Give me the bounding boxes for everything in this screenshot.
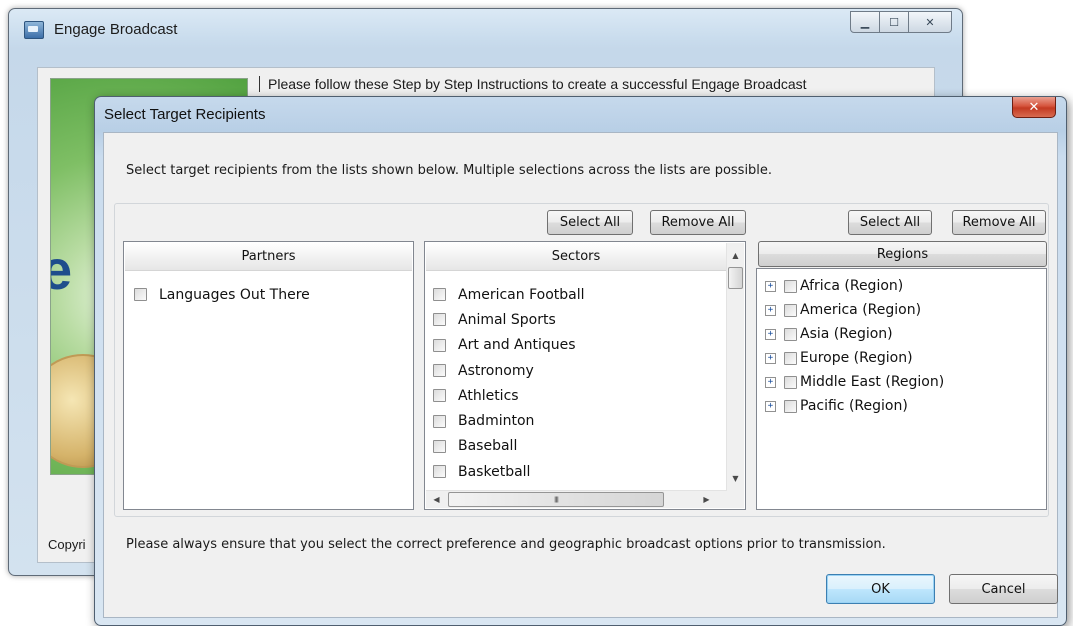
expand-icon[interactable]: + [765,376,776,388]
checkbox[interactable] [433,313,446,327]
window-controls: ▁ ☐ ✕ [850,11,952,33]
list-item[interactable]: American Football [433,282,585,307]
list-item-label: Badminton [458,413,535,430]
checkbox[interactable] [784,303,797,317]
tree-item-label: America (Region) [800,302,922,318]
checkbox[interactable] [433,364,446,378]
regions-select-all-button[interactable]: Select All [848,210,932,235]
expand-icon[interactable]: + [765,280,776,292]
list-item-label: Art and Antiques [458,337,576,354]
checkbox[interactable] [784,351,797,365]
scroll-up-icon[interactable]: ▲ [727,247,744,264]
sectors-column-header: Sectors [426,243,726,271]
tree-item[interactable]: + Pacific (Region) [765,394,944,418]
tree-item[interactable]: + America (Region) [765,298,944,322]
list-item[interactable]: Athletics [433,383,585,408]
maximize-icon: ☐ [889,15,899,29]
list-item[interactable]: Badminton [433,408,585,433]
tree-item[interactable]: + Africa (Region) [765,274,944,298]
regions-remove-all-button[interactable]: Remove All [952,210,1046,235]
list-item[interactable]: Baseball [433,434,585,459]
expand-icon[interactable]: + [765,328,776,340]
list-item-label: American Football [458,286,585,303]
close-icon: ✕ [1028,99,1040,115]
list-item[interactable]: Art and Antiques [433,333,585,358]
scroll-right-icon[interactable]: ▶ [698,491,715,508]
sectors-horizontal-scrollbar[interactable]: ◀ III ▶ [426,490,727,508]
regions-column-header[interactable]: Regions [758,241,1047,267]
background-window-title: Engage Broadcast [54,21,178,38]
background-titlebar: Engage Broadcast ▁ ☐ ✕ [9,9,962,49]
ok-button[interactable]: OK [826,574,935,604]
list-item-label: Athletics [458,387,519,404]
background-close-button[interactable]: ✕ [908,11,952,33]
horizontal-scroll-thumb[interactable]: III [448,492,664,507]
list-item[interactable]: Languages Out There [134,282,310,307]
tree-item-label: Asia (Region) [800,326,893,342]
dialog-title: Select Target Recipients [104,106,266,123]
background-instruction: Please follow these Step by Step Instruc… [259,76,807,92]
dialog-close-button[interactable]: ✕ [1012,97,1056,118]
scroll-left-icon[interactable]: ◀ [428,491,445,508]
partners-items: Languages Out There [134,282,310,307]
list-item-label: Languages Out There [159,286,310,303]
expand-icon[interactable]: + [765,352,776,364]
sectors-items: American Football Animal Sports Art and … [433,282,585,484]
tree-item-label: Africa (Region) [800,278,904,294]
sectors-list[interactable]: Sectors American Football Animal Sports … [424,241,746,510]
dialog-body: Select target recipients from the lists … [103,132,1058,618]
app-icon [24,21,44,39]
maximize-button[interactable]: ☐ [879,11,909,33]
tree-item[interactable]: + Middle East (Region) [765,370,944,394]
checkbox[interactable] [433,465,446,479]
scroll-down-icon[interactable]: ▼ [727,470,744,487]
checkbox[interactable] [784,327,797,341]
checkbox[interactable] [433,414,446,428]
cancel-button[interactable]: Cancel [949,574,1058,604]
expand-icon[interactable]: + [765,304,776,316]
checkbox[interactable] [784,375,797,389]
checkbox[interactable] [433,389,446,403]
partners-column-header: Partners [125,243,412,271]
sectors-remove-all-button[interactable]: Remove All [650,210,746,235]
checkbox[interactable] [784,279,797,293]
minimize-icon: ▁ [860,15,870,29]
list-item-label: Baseball [458,438,518,455]
tree-item-label: Middle East (Region) [800,374,945,390]
vertical-scroll-thumb[interactable] [728,267,743,289]
sectors-vertical-scrollbar[interactable]: ▲ ▼ [726,243,744,491]
list-item-label: Basketball [458,463,531,480]
expand-icon[interactable]: + [765,400,776,412]
dialog-instructions: Select target recipients from the lists … [126,163,773,178]
partners-list[interactable]: Partners Languages Out There [123,241,414,510]
list-item[interactable]: Animal Sports [433,307,585,332]
logo: e [51,237,72,302]
recipient-lists-group: Select All Remove All Select All Remove … [114,203,1049,517]
tree-item-label: Europe (Region) [800,350,913,366]
regions-tree[interactable]: + Africa (Region) + America (Region) + Asia… [756,268,1047,510]
list-item-label: Animal Sports [458,311,556,328]
footer-note: Please always ensure that you select the… [126,537,886,552]
minimize-button[interactable]: ▁ [850,11,880,33]
regions-items: + Africa (Region) + America (Region) + Asia… [765,274,944,418]
list-item[interactable]: Astronomy [433,358,585,383]
copyright-text: Copyri [48,537,86,552]
checkbox[interactable] [433,338,446,352]
list-item[interactable]: Basketball [433,459,585,484]
list-item-label: Astronomy [458,362,534,379]
grip-icon: III [553,495,559,504]
tree-item[interactable]: + Europe (Region) [765,346,944,370]
sectors-select-all-button[interactable]: Select All [547,210,633,235]
checkbox[interactable] [784,399,797,413]
tree-item-label: Pacific (Region) [800,398,908,414]
tree-item[interactable]: + Asia (Region) [765,322,944,346]
select-target-recipients-dialog: Select Target Recipients ✕ Select target… [94,96,1067,626]
close-icon: ✕ [925,15,935,29]
checkbox[interactable] [433,439,446,453]
scroll-corner [727,491,744,508]
checkbox[interactable] [134,288,147,302]
checkbox[interactable] [433,288,446,302]
